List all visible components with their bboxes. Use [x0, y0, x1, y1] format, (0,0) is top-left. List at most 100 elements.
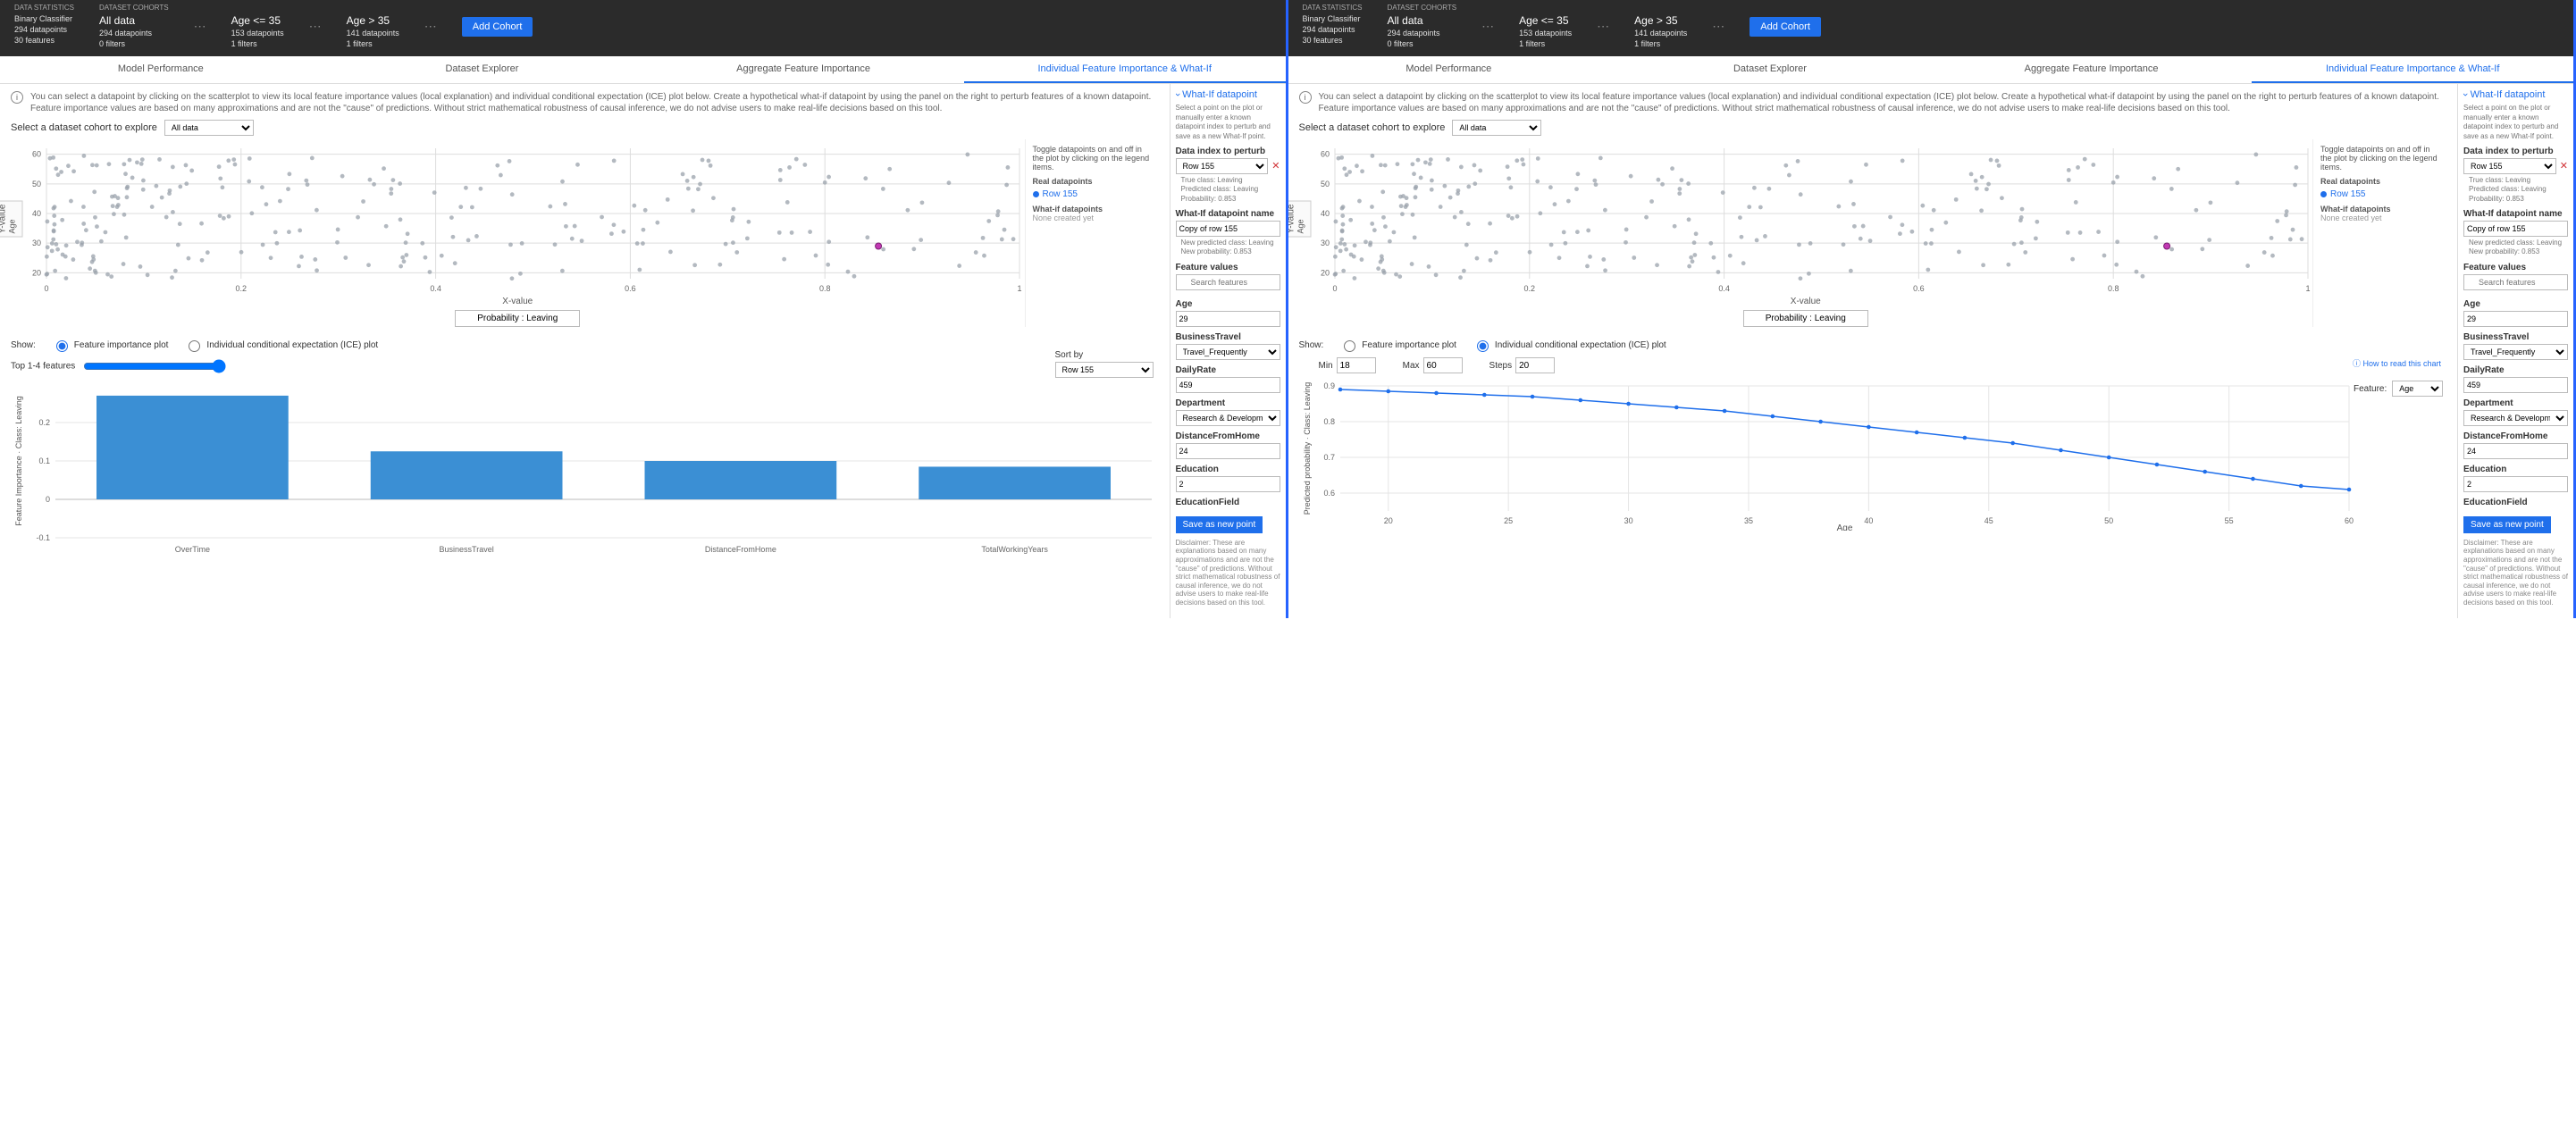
info-icon: i: [11, 91, 23, 104]
feat-age-input[interactable]: [2463, 311, 2568, 327]
feat-dr-input[interactable]: [2463, 377, 2568, 393]
feat-dr-input[interactable]: [1176, 377, 1280, 393]
y-axis-label[interactable]: Y-value Age: [0, 201, 23, 238]
save-new-point-button[interactable]: Save as new point: [1176, 516, 1263, 533]
tab-individual-fi[interactable]: Individual Feature Importance & What-If: [2252, 56, 2573, 83]
svg-text:0.2: 0.2: [38, 418, 50, 427]
cohort-more-icon[interactable]: ⋯: [424, 19, 437, 34]
radio-fip[interactable]: Feature importance plot: [1339, 338, 1456, 352]
tab-model-performance[interactable]: Model Performance: [1288, 56, 1610, 83]
right-pane: DATA STATISTICSBinary Classifier294 data…: [1288, 0, 2576, 618]
legend-row155[interactable]: Row 155: [1033, 189, 1152, 199]
svg-text:40: 40: [1320, 209, 1329, 218]
feat-bt-select[interactable]: Travel_Frequently: [1176, 344, 1280, 360]
svg-text:0: 0: [44, 284, 48, 293]
svg-text:0.8: 0.8: [1323, 417, 1335, 426]
tab-dataset-explorer[interactable]: Dataset Explorer: [322, 56, 643, 83]
feat-dist-input[interactable]: [2463, 443, 2568, 459]
y-axis-label[interactable]: Y-valueAge: [1288, 201, 1312, 238]
save-new-point-button[interactable]: Save as new point: [2463, 516, 2551, 533]
tab-aggregate-fi[interactable]: Aggregate Feature Importance: [1931, 56, 2253, 83]
svg-text:55: 55: [2224, 516, 2233, 525]
left-pane: DATA STATISTICS Binary Classifier 294 da…: [0, 0, 1288, 618]
svg-text:Age: Age: [1836, 523, 1852, 531]
tab-model-performance[interactable]: Model Performance: [0, 56, 322, 83]
cohort-select[interactable]: All data: [164, 120, 254, 136]
cohort-le35: Age <= 35 153 datapoints 1 filters: [231, 4, 284, 49]
main-tabs: Model Performance Dataset Explorer Aggre…: [0, 56, 1286, 84]
bar-chart: -0.100.10.2Feature Importance · Class: L…: [11, 377, 1159, 556]
ice-feature-select[interactable]: Age: [2392, 381, 2443, 397]
svg-text:-0.1: -0.1: [36, 533, 50, 542]
cohort-more-icon[interactable]: ⋯: [1712, 19, 1724, 34]
howto-link[interactable]: How to read this chart: [2353, 357, 2441, 369]
svg-text:40: 40: [1864, 516, 1873, 525]
add-cohort-button[interactable]: Add Cohort: [1749, 17, 1821, 37]
clear-index-icon[interactable]: ✕: [1271, 160, 1280, 172]
x-axis-label: X-value: [11, 297, 1025, 306]
svg-text:50: 50: [1320, 180, 1329, 188]
cohort-more-icon[interactable]: ⋯: [1597, 19, 1609, 34]
feat-bt-select[interactable]: Travel_Frequently: [2463, 344, 2568, 360]
ice-steps-input[interactable]: [1515, 357, 1555, 373]
cohort-more-icon[interactable]: ⋯: [194, 19, 206, 34]
cohort-more-icon[interactable]: ⋯: [309, 19, 322, 34]
show-radio-group: Show: Feature importance plot Individual…: [11, 338, 1159, 352]
feature-search-input[interactable]: [2463, 274, 2568, 290]
top-bar: DATA STATISTICS Binary Classifier 294 da…: [0, 0, 1286, 56]
scatter-plot[interactable]: 00.20.40.60.812030405060: [11, 143, 1025, 295]
feat-dept-select[interactable]: Research & Developme...: [1176, 410, 1280, 426]
ice-min-input[interactable]: [1337, 357, 1376, 373]
scatter-legend: Toggle datapoints on and off in the plot…: [1025, 139, 1159, 327]
scatter-plot[interactable]: 00.20.40.60.812030405060: [1299, 143, 2313, 295]
ice-chart: 2025303540455055600.60.70.80.9AgePredict…: [1299, 379, 2447, 531]
info-text: i You can select a datapoint by clicking…: [11, 91, 1159, 114]
perturb-index-select[interactable]: Row 155: [2463, 158, 2556, 174]
clear-index-icon[interactable]: ✕: [2560, 160, 2568, 172]
topk-slider[interactable]: [83, 359, 226, 373]
whatif-name-input[interactable]: [2463, 221, 2568, 237]
add-cohort-button[interactable]: Add Cohort: [462, 17, 533, 37]
ice-max-input[interactable]: [1423, 357, 1463, 373]
cohort-more-icon[interactable]: ⋯: [1481, 19, 1494, 34]
feat-dist-input[interactable]: [1176, 443, 1280, 459]
tab-aggregate-fi[interactable]: Aggregate Feature Importance: [642, 56, 964, 83]
whatif-panel: What-If datapoint Select a point on the …: [1170, 84, 1286, 617]
legend-row155[interactable]: Row 155: [2320, 189, 2439, 199]
sortby-select[interactable]: Row 155: [1055, 362, 1154, 378]
tab-dataset-explorer[interactable]: Dataset Explorer: [1609, 56, 1931, 83]
svg-text:0.6: 0.6: [625, 284, 636, 293]
svg-text:60: 60: [1320, 150, 1329, 159]
feature-search-input[interactable]: [1176, 274, 1280, 290]
svg-text:BusinessTravel: BusinessTravel: [440, 545, 494, 554]
perturb-index-select[interactable]: Row 155: [1176, 158, 1269, 174]
cohort-select[interactable]: All data: [1452, 120, 1541, 136]
whatif-title[interactable]: What-If datapoint: [2463, 89, 2568, 100]
x-axis-dropdown[interactable]: Probability : Leaving: [455, 310, 580, 327]
svg-text:50: 50: [32, 180, 41, 188]
radio-ice[interactable]: Individual conditional expectation (ICE)…: [184, 338, 378, 352]
feat-age-input[interactable]: [1176, 311, 1280, 327]
svg-text:20: 20: [32, 269, 41, 278]
svg-text:0: 0: [1332, 284, 1337, 293]
feat-edu-input[interactable]: [1176, 476, 1280, 492]
cohort-select-label: Select a dataset cohort to explore: [11, 122, 157, 133]
tab-individual-fi[interactable]: Individual Feature Importance & What-If: [964, 56, 1286, 83]
svg-text:35: 35: [1743, 516, 1752, 525]
svg-text:1: 1: [2305, 284, 2310, 293]
svg-text:OverTime: OverTime: [175, 545, 210, 554]
svg-text:30: 30: [1320, 239, 1329, 248]
radio-ice[interactable]: Individual conditional expectation (ICE)…: [1473, 338, 1666, 352]
svg-text:0.4: 0.4: [1718, 284, 1730, 293]
svg-text:30: 30: [1624, 516, 1632, 525]
info-icon: i: [1299, 91, 1312, 104]
radio-fip[interactable]: Feature importance plot: [52, 338, 169, 352]
whatif-name-input[interactable]: [1176, 221, 1280, 237]
sortby-label: Sort by: [1055, 350, 1154, 360]
feat-dept-select[interactable]: Research & Developme...: [2463, 410, 2568, 426]
svg-text:25: 25: [1504, 516, 1513, 525]
whatif-title[interactable]: What-If datapoint: [1176, 89, 1280, 100]
svg-text:0.9: 0.9: [1323, 381, 1335, 390]
feat-edu-input[interactable]: [2463, 476, 2568, 492]
x-axis-dropdown[interactable]: Probability : Leaving: [1743, 310, 1868, 327]
